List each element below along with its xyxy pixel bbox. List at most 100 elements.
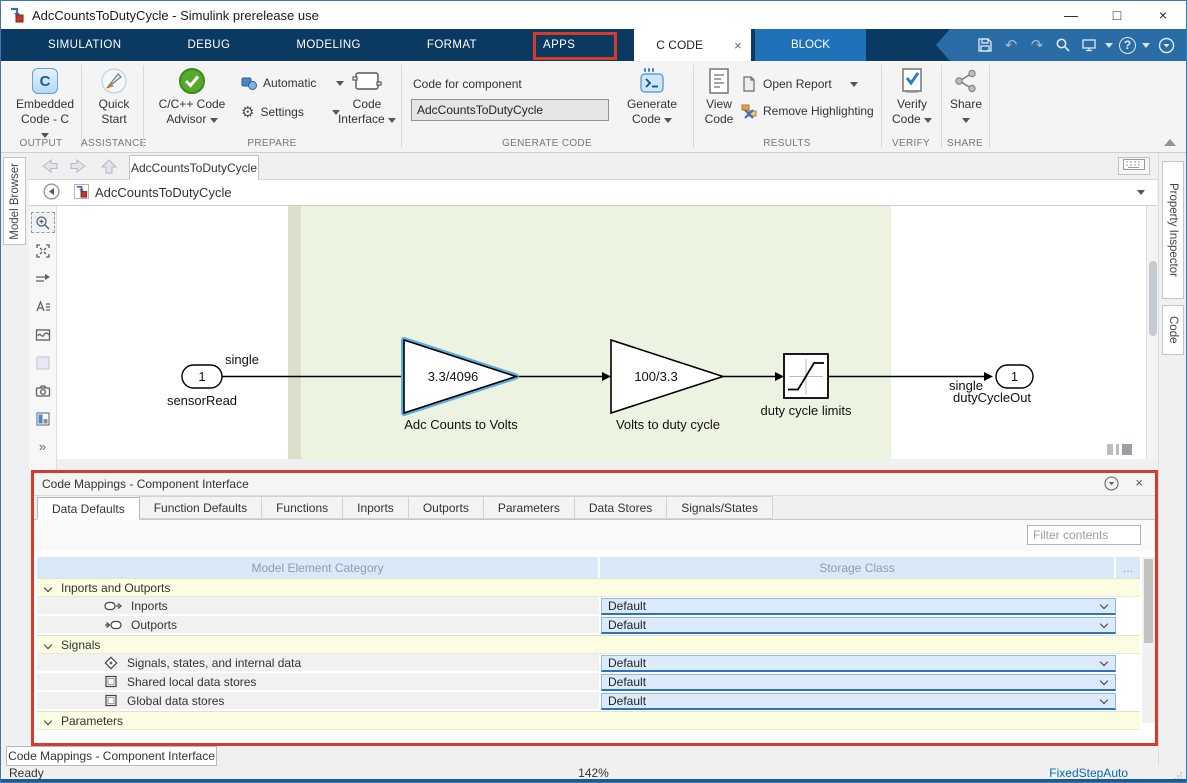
code-interface-button[interactable]: Code Interface (335, 65, 399, 127)
storage-class-dropdown-shared-local[interactable]: Default (601, 674, 1116, 691)
code-tab[interactable]: Code (1162, 305, 1184, 355)
keyboard-shortcuts-icon[interactable] (1118, 157, 1150, 175)
storage-class-dropdown-global[interactable]: Default (601, 693, 1116, 710)
signal-routing-icon[interactable] (31, 268, 55, 289)
share-button[interactable]: Share (944, 65, 988, 126)
verify-code-button[interactable]: Verify Code (885, 65, 939, 127)
code-advisor-button[interactable]: C/C++ Code Advisor (149, 65, 235, 127)
row-global-data-stores[interactable]: Global data stores (37, 692, 599, 711)
viewer-tool-icon[interactable] (31, 324, 55, 345)
group-row-inports-outports[interactable]: Inports and Outports (37, 578, 1140, 597)
close-button[interactable]: × (1140, 1, 1186, 29)
filter-contents-input[interactable] (1027, 525, 1141, 545)
table-row: Global data stores Default (37, 692, 1140, 711)
solver-indicator[interactable]: FixedStepAuto (1049, 766, 1128, 780)
maximize-button[interactable]: □ (1094, 1, 1140, 29)
tab-apps[interactable]: APPS (510, 29, 608, 61)
search-icon[interactable] (1053, 35, 1073, 55)
model-canvas[interactable]: 1 single sensorRead 3.3/4096 Adc Counts … (57, 206, 1146, 459)
storage-class-dropdown-signals[interactable]: Default (601, 655, 1116, 672)
automatic-button[interactable]: Automatic (241, 76, 344, 90)
tab-data-defaults[interactable]: Data Defaults (37, 497, 140, 520)
zoom-level[interactable]: 142% (578, 766, 609, 780)
save-icon[interactable] (975, 35, 995, 55)
tab-data-stores[interactable]: Data Stores (574, 496, 667, 519)
row-inports[interactable]: Inports (37, 597, 599, 616)
tab-simulation[interactable]: SIMULATION (15, 29, 154, 61)
tab-parameters[interactable]: Parameters (483, 496, 575, 519)
back-icon[interactable] (39, 157, 59, 178)
code-interface-label2: Interface (338, 112, 385, 126)
table-row: Inports Default (37, 597, 1140, 616)
settings-button[interactable]: ⚙ Settings (241, 103, 340, 121)
window-title: AdcCountsToDutyCycle - Simulink prerelea… (32, 8, 319, 23)
panel-vertical-scrollbar[interactable] (1142, 557, 1155, 723)
up-to-parent-icon[interactable] (99, 157, 119, 178)
minimize-panel-icon[interactable] (1104, 476, 1119, 494)
storage-class-dropdown-inports[interactable]: Default (601, 598, 1116, 615)
column-more-button[interactable]: ... (1116, 557, 1140, 578)
row-signals-states-internal[interactable]: Signals, states, and internal data (37, 654, 599, 673)
remove-highlighting-label: Remove Highlighting (763, 104, 874, 118)
collapse-group-icon[interactable] (44, 640, 52, 648)
minimize-ribbon-icon[interactable] (1156, 35, 1176, 55)
screenshot-dropdown-icon[interactable] (1105, 43, 1113, 48)
screenshot-icon[interactable] (1079, 35, 1099, 55)
breadcrumb-dropdown-icon[interactable] (1137, 190, 1145, 195)
row-shared-local-data-stores[interactable]: Shared local data stores (37, 673, 599, 692)
tab-modeling[interactable]: MODELING (263, 29, 394, 61)
area-tool-icon[interactable] (31, 352, 55, 373)
title-bar: AdcCountsToDutyCycle - Simulink prerelea… (1, 1, 1186, 29)
tab-function-defaults[interactable]: Function Defaults (139, 496, 262, 519)
breadcrumb-model-name[interactable]: AdcCountsToDutyCycle (95, 185, 232, 200)
property-inspector-tab[interactable]: Property Inspector (1162, 161, 1184, 299)
collapse-group-icon[interactable] (44, 583, 52, 591)
close-panel-icon[interactable]: × (1135, 475, 1143, 490)
model-browser-tab[interactable]: Model Browser (3, 157, 26, 245)
minimize-button[interactable]: — (1048, 1, 1094, 29)
fit-to-view-icon[interactable] (31, 240, 55, 261)
section-label-assistance: ASSISTANCE (81, 138, 143, 149)
forward-icon[interactable] (69, 157, 89, 178)
open-report-button[interactable]: Open Report (741, 76, 858, 92)
model-nav-tab[interactable]: AdcCountsToDutyCycle (129, 155, 259, 180)
remove-highlighting-button[interactable]: Remove Highlighting (741, 103, 874, 119)
view-code-button[interactable]: View Code (699, 65, 739, 127)
tab-block[interactable]: BLOCK (755, 29, 866, 61)
group-row-parameters[interactable]: Parameters (37, 711, 1140, 730)
tab-signals-states[interactable]: Signals/States (666, 496, 773, 519)
collapse-group-icon[interactable] (44, 716, 52, 724)
help-dropdown-icon[interactable] (1142, 43, 1150, 48)
dropdown-value: Default (608, 618, 646, 632)
canvas-resize-grip[interactable] (1107, 444, 1132, 455)
group-row-signals[interactable]: Signals (37, 635, 1140, 654)
tab-outports[interactable]: Outports (408, 496, 484, 519)
collapse-ribbon-icon[interactable] (1164, 139, 1176, 146)
hide-explorer-bar-icon[interactable] (43, 183, 60, 203)
undo-icon[interactable]: ↶ (1001, 35, 1021, 55)
saturation-block[interactable] (784, 354, 828, 398)
verify-code-icon (899, 67, 925, 95)
tab-debug[interactable]: DEBUG (154, 29, 263, 61)
quick-start-button[interactable]: Quick Start (87, 65, 141, 127)
tab-inports[interactable]: Inports (342, 496, 409, 519)
redo-icon[interactable]: ↷ (1027, 35, 1047, 55)
screenshot-tool-icon[interactable] (31, 408, 55, 429)
embedded-code-button[interactable]: C Embedded Code - C (9, 65, 81, 141)
annotation-tool-icon[interactable] (31, 296, 55, 317)
generate-code-button[interactable]: Generate Code (619, 65, 685, 127)
tab-functions[interactable]: Functions (261, 496, 343, 519)
code-mappings-dock-tab[interactable]: Code Mappings - Component Interface (6, 746, 217, 766)
zoom-tool-icon[interactable] (31, 212, 55, 233)
tab-format[interactable]: FORMAT (394, 29, 510, 61)
tab-c-code[interactable]: C CODE (634, 29, 725, 61)
row-outports[interactable]: Outports (37, 616, 599, 635)
camera-icon[interactable] (31, 380, 55, 401)
automatic-icon (241, 76, 257, 90)
model-workspace: Model Browser AdcCountsToDutyCycle (1, 153, 1186, 470)
component-name-field[interactable] (411, 99, 609, 121)
expand-palette-icon[interactable]: » (31, 436, 55, 457)
help-icon[interactable]: ? (1119, 37, 1136, 54)
storage-class-dropdown-outports[interactable]: Default (601, 617, 1116, 634)
tab-close-icon[interactable]: × (725, 29, 751, 61)
